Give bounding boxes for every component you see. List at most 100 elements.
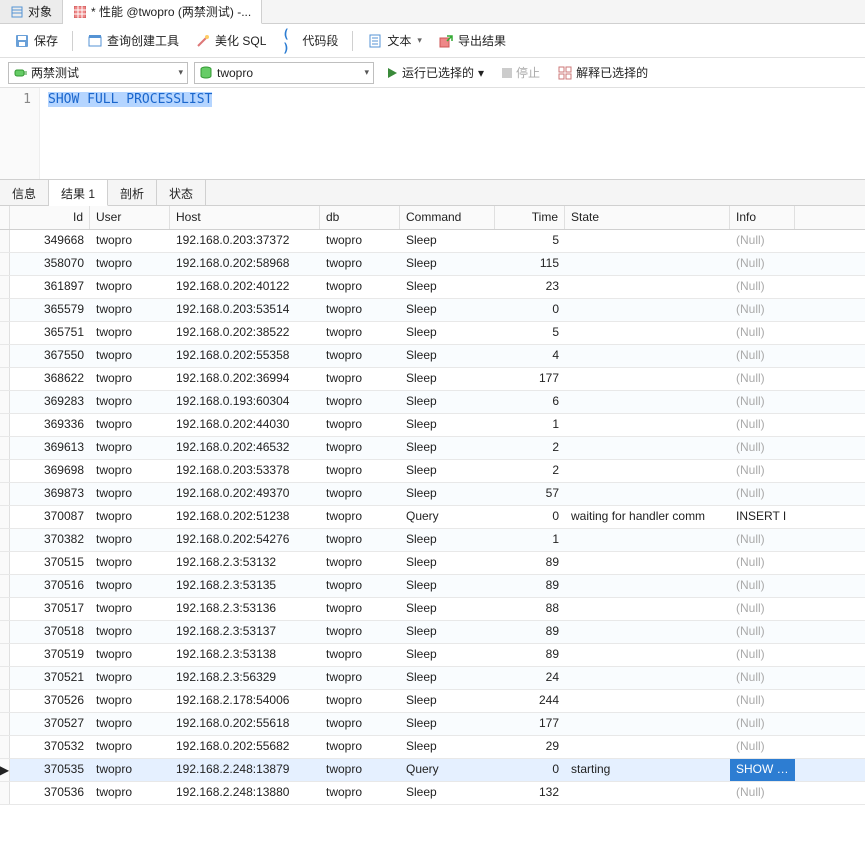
cell[interactable]: twopro xyxy=(320,391,400,413)
cell[interactable]: twopro xyxy=(320,782,400,804)
cell[interactable]: 370527 xyxy=(10,713,90,735)
cell[interactable]: Sleep xyxy=(400,621,495,643)
cell[interactable]: 361897 xyxy=(10,276,90,298)
cell[interactable]: twopro xyxy=(320,230,400,252)
cell[interactable]: twopro xyxy=(320,552,400,574)
cell[interactable]: 370532 xyxy=(10,736,90,758)
cell[interactable]: Sleep xyxy=(400,782,495,804)
cell[interactable]: twopro xyxy=(320,322,400,344)
cell[interactable]: 244 xyxy=(495,690,565,712)
table-row[interactable]: 369283twopro192.168.0.193:60304twoproSle… xyxy=(0,391,865,414)
cell[interactable]: twopro xyxy=(320,621,400,643)
cell-info[interactable]: (Null) xyxy=(730,322,795,344)
table-row[interactable]: 369613twopro192.168.0.202:46532twoproSle… xyxy=(0,437,865,460)
cell[interactable]: Sleep xyxy=(400,690,495,712)
cell[interactable]: Sleep xyxy=(400,345,495,367)
cell[interactable] xyxy=(565,345,730,367)
cell[interactable]: Sleep xyxy=(400,667,495,689)
cell[interactable]: Sleep xyxy=(400,713,495,735)
cell[interactable]: twopro xyxy=(90,736,170,758)
cell[interactable]: 370517 xyxy=(10,598,90,620)
cell[interactable]: 358070 xyxy=(10,253,90,275)
cell[interactable]: twopro xyxy=(90,322,170,344)
cell[interactable] xyxy=(565,713,730,735)
cell[interactable] xyxy=(565,368,730,390)
cell[interactable]: twopro xyxy=(320,736,400,758)
cell[interactable]: twopro xyxy=(320,690,400,712)
cell[interactable]: twopro xyxy=(90,690,170,712)
cell[interactable]: 369873 xyxy=(10,483,90,505)
table-row[interactable]: 365579twopro192.168.0.203:53514twoproSle… xyxy=(0,299,865,322)
cell-info[interactable]: (Null) xyxy=(730,667,795,689)
cell[interactable]: twopro xyxy=(320,437,400,459)
cell[interactable]: Sleep xyxy=(400,253,495,275)
cell[interactable]: twopro xyxy=(90,437,170,459)
cell[interactable]: 89 xyxy=(495,552,565,574)
table-row[interactable]: 365751twopro192.168.0.202:38522twoproSle… xyxy=(0,322,865,345)
col-command[interactable]: Command xyxy=(400,206,495,229)
cell[interactable]: Sleep xyxy=(400,276,495,298)
cell[interactable]: 29 xyxy=(495,736,565,758)
cell[interactable]: 192.168.0.202:54276 xyxy=(170,529,320,551)
text-button[interactable]: 文本 ▾ xyxy=(361,29,428,52)
col-info[interactable]: Info xyxy=(730,206,795,229)
table-row[interactable]: 370526twopro192.168.2.178:54006twoproSle… xyxy=(0,690,865,713)
cell-info[interactable]: (Null) xyxy=(730,253,795,275)
cell[interactable]: twopro xyxy=(90,391,170,413)
cell[interactable]: twopro xyxy=(320,759,400,781)
cell[interactable]: 192.168.2.3:56329 xyxy=(170,667,320,689)
cell[interactable] xyxy=(565,782,730,804)
cell-info[interactable]: (Null) xyxy=(730,644,795,666)
cell-info[interactable]: (Null) xyxy=(730,598,795,620)
cell[interactable]: Sleep xyxy=(400,391,495,413)
cell[interactable] xyxy=(565,253,730,275)
cell-info[interactable]: (Null) xyxy=(730,736,795,758)
cell[interactable]: 192.168.0.202:55618 xyxy=(170,713,320,735)
cell[interactable]: 192.168.2.3:53136 xyxy=(170,598,320,620)
cell[interactable]: Sleep xyxy=(400,437,495,459)
cell[interactable]: twopro xyxy=(320,483,400,505)
cell[interactable]: Sleep xyxy=(400,575,495,597)
cell[interactable] xyxy=(565,414,730,436)
cell[interactable]: twopro xyxy=(90,414,170,436)
code-snippet-button[interactable]: ( ) 代码段 xyxy=(276,29,344,52)
cell[interactable]: twopro xyxy=(320,598,400,620)
cell[interactable]: starting xyxy=(565,759,730,781)
cell[interactable]: 0 xyxy=(495,759,565,781)
table-row[interactable]: 370087twopro192.168.0.202:51238twoproQue… xyxy=(0,506,865,529)
cell-info[interactable]: (Null) xyxy=(730,299,795,321)
cell[interactable]: 192.168.2.178:54006 xyxy=(170,690,320,712)
cell-info[interactable]: (Null) xyxy=(730,391,795,413)
cell-info[interactable]: (Null) xyxy=(730,345,795,367)
cell[interactable] xyxy=(565,736,730,758)
cell-info[interactable]: SHOW FU xyxy=(730,759,795,781)
cell-info[interactable]: (Null) xyxy=(730,575,795,597)
cell[interactable]: Sleep xyxy=(400,414,495,436)
explain-selected-button[interactable]: 解释已选择的 xyxy=(552,61,654,84)
table-row[interactable]: 370527twopro192.168.0.202:55618twoproSle… xyxy=(0,713,865,736)
cell[interactable]: 192.168.2.248:13879 xyxy=(170,759,320,781)
table-row[interactable]: 370516twopro192.168.2.3:53135twoproSleep… xyxy=(0,575,865,598)
cell[interactable]: 192.168.0.203:37372 xyxy=(170,230,320,252)
cell-info[interactable]: (Null) xyxy=(730,713,795,735)
cell[interactable]: twopro xyxy=(90,598,170,620)
cell[interactable]: twopro xyxy=(320,506,400,528)
table-row[interactable]: 370517twopro192.168.2.3:53136twoproSleep… xyxy=(0,598,865,621)
cell[interactable]: 89 xyxy=(495,644,565,666)
table-row[interactable]: 370536twopro192.168.2.248:13880twoproSle… xyxy=(0,782,865,805)
cell[interactable]: 1 xyxy=(495,414,565,436)
cell[interactable]: 369336 xyxy=(10,414,90,436)
cell[interactable] xyxy=(565,644,730,666)
cell[interactable]: 192.168.2.3:53135 xyxy=(170,575,320,597)
cell[interactable] xyxy=(565,598,730,620)
cell[interactable]: 4 xyxy=(495,345,565,367)
cell[interactable]: 5 xyxy=(495,230,565,252)
cell[interactable]: twopro xyxy=(90,713,170,735)
tab-status[interactable]: 状态 xyxy=(157,180,206,205)
table-row[interactable]: 361897twopro192.168.0.202:40122twoproSle… xyxy=(0,276,865,299)
cell-info[interactable]: (Null) xyxy=(730,782,795,804)
cell-info[interactable]: (Null) xyxy=(730,552,795,574)
cell[interactable]: 370526 xyxy=(10,690,90,712)
beautify-sql-button[interactable]: 美化 SQL xyxy=(189,29,272,52)
cell[interactable]: twopro xyxy=(320,460,400,482)
